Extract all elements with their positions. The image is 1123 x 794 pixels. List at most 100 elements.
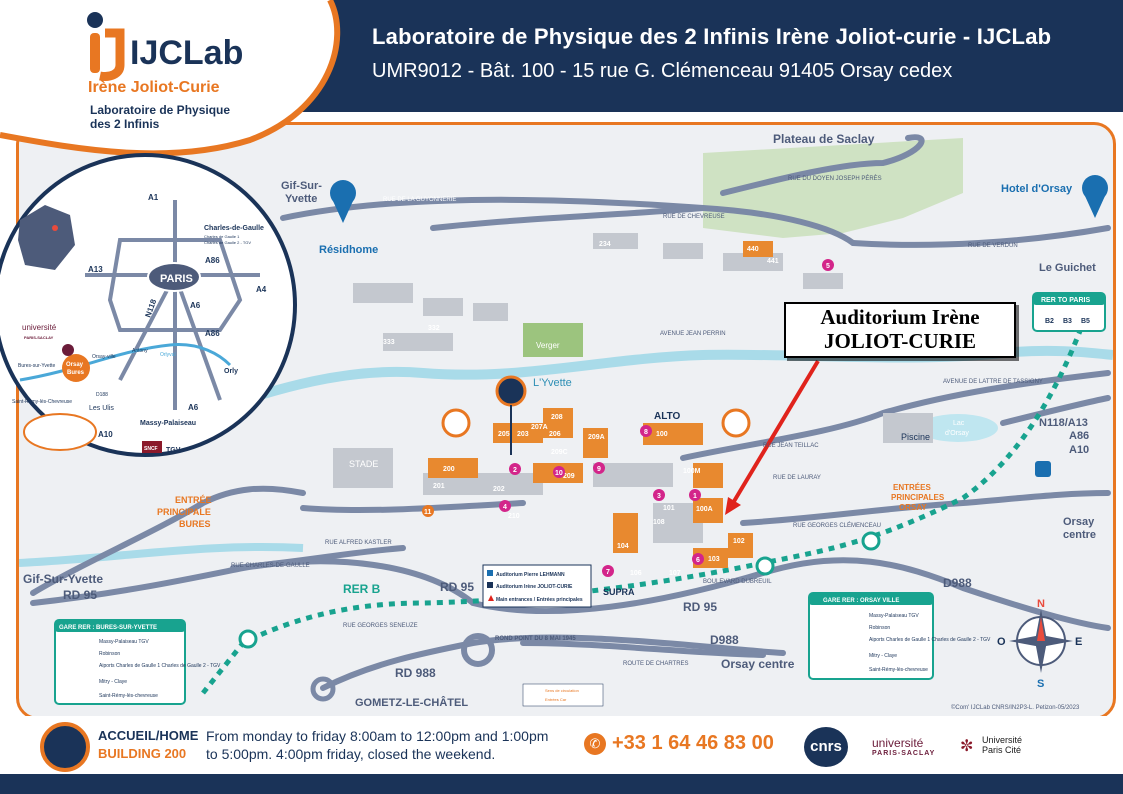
marker-6: 6 — [696, 557, 700, 564]
hotel-pin-icon — [1082, 175, 1108, 218]
inset-a86a: A86 — [205, 256, 220, 265]
logo-brand: IJCLab — [130, 34, 243, 72]
inset-sncf: SNCF — [144, 446, 158, 452]
marker-10: 10 — [555, 470, 563, 477]
inset-cdg-sub-2: Charles de Gaulle 2 - TGV — [204, 240, 251, 245]
road-label-a10: A10 — [1069, 444, 1089, 456]
compass-e: E — [1075, 636, 1082, 648]
mini-logo — [23, 413, 97, 451]
building-209c: 209C — [551, 449, 568, 456]
inset-orsay-bures-1: Orsay — [66, 362, 84, 368]
river-west — [19, 543, 304, 567]
phone-number[interactable]: +33 1 64 46 83 00 — [612, 732, 774, 755]
label-entree-orsay-3: ORSAY — [899, 503, 927, 512]
rer-line-b2: B2 — [1045, 318, 1054, 325]
building-106: 106 — [630, 570, 642, 577]
copyright: ©Com' IJCLab CNRS/IN2P3-L. Petizon-05/20… — [951, 704, 1080, 711]
road-kastler — [300, 500, 526, 514]
gare-bures-box: GARE RER : BURES-SUR-YVETTE Massy-Palais… — [54, 619, 221, 705]
legend-aud-1: Auditorium Pierre LEHMANN — [496, 572, 565, 578]
traffic-legend: Sens de circulation Entrées Car — [522, 683, 604, 707]
gare-orsay-item-4: Saint-Rémy-lès-chevreuse — [869, 667, 928, 673]
callout-line-1: Auditorium Irène — [820, 305, 980, 329]
road-label-rd95-c: RD 95 — [683, 600, 717, 614]
road-label-seneuze: RUE GEORGES SENEUZE — [343, 623, 418, 629]
label-orsay-centre: Orsay — [1063, 516, 1095, 528]
universite-paris-saclay-sub: PARIS-SACLAY — [872, 750, 936, 757]
building-203: 203 — [517, 431, 529, 438]
logo-line-1: Irène Joliot-Curie — [88, 79, 220, 96]
road-label-perrin: AVENUE JEAN PERRIN — [660, 331, 726, 337]
road-label-a86: A86 — [1069, 430, 1089, 442]
footer-band — [0, 774, 1123, 794]
building-100: 100 — [656, 431, 668, 438]
verger-area — [523, 323, 583, 357]
inset-massy: Massy-Palaiseau — [140, 420, 196, 427]
inset-st-remy: Saint-Rémy-lès-Chevreuse — [12, 399, 72, 405]
rer-line-b5: B5 — [1081, 318, 1090, 325]
label-lac: Lac — [953, 420, 965, 427]
label-lac-2: d'Orsay — [945, 430, 969, 437]
inset-a6: A6 — [190, 301, 201, 310]
orsay-bures-dot — [62, 354, 90, 382]
label-hotel: Hotel d'Orsay — [1001, 183, 1073, 195]
gare-bures-item-4: Saint-Rémy-lès-chevreuse — [99, 693, 158, 699]
inset-les-ulis: Les Ulis — [89, 405, 114, 412]
inset-a6b: A6 — [188, 403, 199, 412]
building-333: 333 — [383, 339, 395, 346]
inset-cdg-sub-1: Charles de Gaulle 1 — [204, 234, 240, 239]
marker-4: 4 — [503, 504, 507, 511]
building-102: 102 — [733, 538, 745, 545]
opening-hours-line-1: From monday to friday 8:00am to 12:00pm … — [206, 728, 549, 744]
inset-orly: Orly — [224, 368, 238, 375]
station-bures — [238, 629, 258, 649]
gare-orsay-item-1: Robinson — [869, 625, 890, 631]
gare-bures-item-2: Aiports Charles de Gaulle 1 Charles de G… — [99, 663, 221, 669]
label-yvette: L'Yvette — [533, 377, 572, 389]
gare-bures-title: GARE RER : BURES-SUR-YVETTE — [59, 625, 157, 631]
compass-n: N — [1037, 598, 1045, 610]
gare-bures-item-0: Massy-Palaiseau TGV — [99, 639, 149, 645]
inset-orsay-ville: Orsay-ville — [92, 354, 116, 360]
label-entree-orsay-2: PRINCIPALES — [891, 493, 945, 502]
address: UMR9012 - Bât. 100 - 15 rue G. Clémencea… — [372, 60, 953, 82]
label-entree-bures-2: PRINCIPALE — [157, 507, 211, 517]
page-title: Laboratoire de Physique des 2 Infinis Ir… — [372, 24, 1052, 49]
legend-car: Entrées Car — [545, 697, 567, 702]
building-207a: 207A — [531, 424, 548, 431]
label-plateau: Plateau de Saclay — [773, 132, 875, 146]
inset-universite: université — [22, 323, 57, 332]
building-210: 210 — [508, 513, 520, 520]
road-label-chevreuse: RUE DE CHEVREUSE — [663, 214, 725, 220]
building-104: 104 — [617, 543, 629, 550]
building-202: 202 — [493, 486, 505, 493]
building-100a: 100A — [696, 506, 713, 513]
building-234: 234 — [599, 241, 611, 248]
truck-icon-2 — [721, 408, 751, 438]
auditorium-legend: Auditorium Pierre LEHMANN Auditorium Irè… — [482, 564, 592, 608]
label-supra: SUPRA — [603, 587, 635, 597]
building-205: 205 — [498, 431, 510, 438]
station-orsay-2 — [861, 531, 881, 551]
rer-to-paris-box: RER TO PARIS B2 B3 B5 — [1032, 292, 1106, 332]
gare-bures-item-3: Mitry - Claye — [99, 679, 127, 685]
road-label-verdun: RUE DE VERDUN — [968, 243, 1018, 249]
truck-icon-1 — [441, 408, 471, 438]
legend-circulation: Sens de circulation — [545, 688, 579, 693]
universite-paris-cite-icon: ✼ — [960, 738, 974, 755]
universite-paris-saclay-logo: université — [872, 736, 924, 750]
compass-s: S — [1037, 678, 1044, 690]
building-201: 201 — [433, 483, 445, 490]
marker-1: 1 — [693, 493, 697, 500]
gare-orsay-item-3: Mitry - Claye — [869, 653, 897, 659]
marker-2: 2 — [513, 467, 517, 474]
inset-paris-saclay: PARIS-SACLAY — [24, 335, 54, 340]
rer-to-paris-title: RER TO PARIS — [1041, 297, 1090, 304]
inset-a4: A4 — [256, 285, 267, 294]
label-rer-b: RER B — [343, 582, 381, 596]
road-label-dubreuil: BOULEVARD DUBREUIL — [703, 579, 772, 585]
auditorium-callout: Auditorium Irène JOLIOT-CURIE — [784, 302, 1016, 358]
marker-5: 5 — [826, 263, 830, 270]
building-209a: 209A — [588, 434, 605, 441]
accueil-building: BUILDING 200 — [98, 746, 187, 761]
